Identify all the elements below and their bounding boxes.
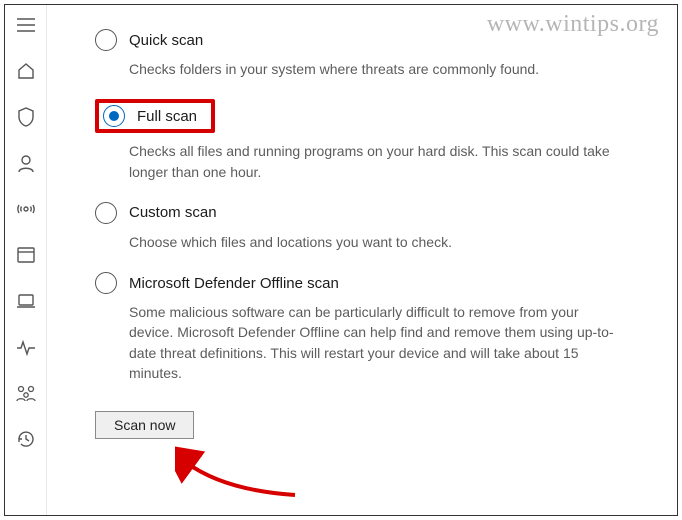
option-offline-scan-head[interactable]: Microsoft Defender Offline scan <box>95 272 615 294</box>
option-offline-scan: Microsoft Defender Offline scan Some mal… <box>95 272 615 383</box>
sidebar <box>5 5 47 515</box>
radio-offline-scan[interactable] <box>95 272 117 294</box>
family-icon[interactable] <box>12 379 40 407</box>
option-quick-scan-title: Quick scan <box>129 32 203 49</box>
menu-icon[interactable] <box>12 11 40 39</box>
firewall-icon[interactable] <box>12 195 40 223</box>
radio-custom-scan[interactable] <box>95 202 117 224</box>
option-quick-scan: Quick scan Checks folders in your system… <box>95 29 615 79</box>
account-icon[interactable] <box>12 149 40 177</box>
device-security-icon[interactable] <box>12 287 40 315</box>
option-full-scan: Full scan Checks all files and running p… <box>95 99 615 182</box>
app-browser-icon[interactable] <box>12 241 40 269</box>
option-custom-scan-head[interactable]: Custom scan <box>95 202 615 224</box>
option-offline-scan-desc: Some malicious software can be particula… <box>129 302 615 383</box>
full-scan-highlight: Full scan <box>95 99 215 133</box>
option-quick-scan-head[interactable]: Quick scan <box>95 29 615 51</box>
performance-icon[interactable] <box>12 333 40 361</box>
option-full-scan-title: Full scan <box>137 108 197 125</box>
history-icon[interactable] <box>12 425 40 453</box>
radio-quick-scan[interactable] <box>95 29 117 51</box>
option-quick-scan-desc: Checks folders in your system where thre… <box>129 59 615 79</box>
option-custom-scan-title: Custom scan <box>129 204 217 221</box>
scan-now-button[interactable]: Scan now <box>95 411 194 439</box>
scan-options-panel: Quick scan Checks folders in your system… <box>47 5 677 515</box>
shield-icon[interactable] <box>12 103 40 131</box>
option-offline-scan-title: Microsoft Defender Offline scan <box>129 275 339 292</box>
radio-full-scan[interactable] <box>103 105 125 127</box>
option-custom-scan: Custom scan Choose which files and locat… <box>95 202 615 252</box>
home-icon[interactable] <box>12 57 40 85</box>
option-custom-scan-desc: Choose which files and locations you wan… <box>129 232 615 252</box>
option-full-scan-desc: Checks all files and running programs on… <box>129 141 615 182</box>
